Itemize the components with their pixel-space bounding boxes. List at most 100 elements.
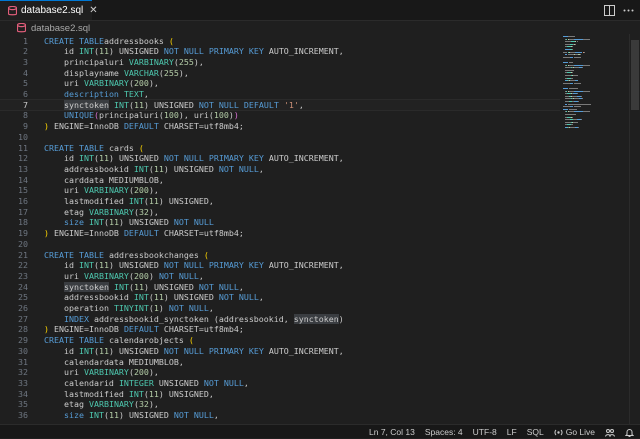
minimap[interactable] bbox=[560, 34, 628, 424]
minimap-token bbox=[573, 56, 581, 58]
scrollbar-thumb[interactable] bbox=[631, 40, 639, 110]
code-line[interactable]: 17 etag VARBINARY(32), bbox=[0, 207, 560, 218]
line-number: 10 bbox=[18, 131, 28, 142]
code-line[interactable]: 16 lastmodified INT(11) UNSIGNED, bbox=[0, 196, 560, 207]
line-code: ) ENGINE=InnoDB DEFAULT CHARSET=utf8mb4; bbox=[44, 228, 244, 239]
code-line[interactable]: 11 CREATE TABLE cards ( bbox=[0, 143, 560, 154]
code-line[interactable]: 2 id INT(11) UNSIGNED NOT NULL PRIMARY K… bbox=[0, 46, 560, 57]
code-line[interactable]: 4 displayname VARCHAR(255), bbox=[0, 68, 560, 79]
minimap-token bbox=[580, 54, 582, 56]
code-editor[interactable]: 1 CREATE TABLEaddressbooks (2 id INT(11) … bbox=[0, 34, 560, 424]
code-line[interactable]: 31 calendardata MEDIUMBLOB, bbox=[0, 357, 560, 368]
line-number: 7 bbox=[23, 99, 28, 110]
minimap-token bbox=[563, 51, 568, 53]
line-number: 24 bbox=[18, 281, 28, 292]
minimap-token bbox=[573, 90, 583, 92]
line-number: 31 bbox=[18, 356, 28, 367]
code-line[interactable]: 25 addressbookid INT(11) UNSIGNED NOT NU… bbox=[0, 292, 560, 303]
code-line[interactable]: 21 CREATE TABLE addressbookchanges ( bbox=[0, 250, 560, 261]
breadcrumb-file[interactable]: database2.sql bbox=[31, 23, 90, 34]
tab-database2-sql[interactable]: database2.sql ✕ bbox=[0, 0, 98, 20]
code-line[interactable]: 32 uri VARBINARY(200), bbox=[0, 367, 560, 378]
minimap-token bbox=[564, 114, 576, 115]
minimap-token bbox=[571, 62, 573, 63]
close-icon[interactable]: ✕ bbox=[89, 5, 97, 16]
code-line[interactable]: 36 size INT(11) UNSIGNED NOT NULL, bbox=[0, 410, 560, 421]
code-line[interactable]: 1 CREATE TABLEaddressbooks ( bbox=[0, 36, 560, 47]
code-line[interactable]: 24 synctoken INT(11) UNSIGNED NOT NULL, bbox=[0, 281, 560, 293]
code-line[interactable]: 18 size INT(11) UNSIGNED NOT NULL bbox=[0, 217, 560, 228]
line-number: 16 bbox=[18, 196, 28, 206]
code-line[interactable]: 8 UNIQUE(principaluri(100), uri(100)) bbox=[0, 110, 560, 121]
code-line[interactable]: 6 description TEXT, bbox=[0, 89, 560, 100]
minimap-token bbox=[576, 41, 578, 43]
line-number: 22 bbox=[18, 260, 28, 271]
line-code: addressbookid INT(11) UNSIGNED NOT NULL, bbox=[44, 292, 264, 303]
encoding-status[interactable]: UTF-8 bbox=[473, 427, 497, 437]
line-number: 3 bbox=[23, 56, 28, 67]
code-line[interactable]: 23 uri VARBINARY(200) NOT NULL, bbox=[0, 271, 560, 282]
cursor-position[interactable]: Ln 7, Col 13 bbox=[369, 427, 415, 437]
code-line[interactable]: 3 principaluri VARBINARY(255), bbox=[0, 57, 560, 68]
line-code: uri VARBINARY(200), bbox=[44, 367, 159, 378]
split-editor-icon[interactable] bbox=[604, 4, 615, 16]
minimap-token bbox=[577, 88, 579, 89]
line-number: 19 bbox=[18, 228, 28, 239]
minimap-token bbox=[563, 88, 569, 89]
code-line[interactable]: 34 lastmodified INT(11) UNSIGNED, bbox=[0, 389, 560, 400]
eol-status[interactable]: LF bbox=[507, 427, 517, 437]
code-line[interactable]: 19 ) ENGINE=InnoDB DEFAULT CHARSET=utf8mb… bbox=[0, 228, 560, 239]
line-number: 12 bbox=[18, 153, 28, 164]
code-line[interactable]: 14 carddata MEDIUMBLOB, bbox=[0, 175, 560, 186]
code-line[interactable]: 10 bbox=[0, 132, 560, 143]
minimap-token bbox=[589, 103, 591, 105]
minimap-token bbox=[583, 64, 590, 66]
line-code: UNIQUE(principaluri(100), uri(100)) bbox=[63, 110, 239, 121]
minimap-token bbox=[574, 36, 576, 37]
code-line[interactable]: 33 calendarid INTEGER UNSIGNED NOT NULL, bbox=[0, 378, 560, 389]
notifications-bell-icon[interactable] bbox=[625, 428, 634, 437]
code-line[interactable]: 22 id INT(11) UNSIGNED NOT NULL PRIMARY … bbox=[0, 260, 560, 271]
line-number: 30 bbox=[18, 345, 28, 356]
code-line[interactable]: 5 uri VARBINARY(200), bbox=[0, 78, 560, 89]
tab-bar: database2.sql ✕ bbox=[0, 0, 640, 21]
minimap-token bbox=[583, 111, 590, 113]
minimap-token bbox=[572, 46, 574, 48]
line-number: 6 bbox=[23, 89, 28, 99]
code-line[interactable]: 30 id INT(11) UNSIGNED NOT NULL PRIMARY … bbox=[0, 346, 560, 357]
code-line[interactable]: 26 operation TINYINT(1) NOT NULL, bbox=[0, 303, 560, 314]
indentation-status[interactable]: Spaces: 4 bbox=[425, 427, 463, 437]
line-number: 34 bbox=[18, 388, 28, 399]
language-mode[interactable]: SQL bbox=[527, 427, 544, 437]
line-code: size INT(11) UNSIGNED NOT NULL bbox=[63, 217, 214, 228]
accounts-icon[interactable] bbox=[605, 428, 615, 437]
minimap-token bbox=[583, 90, 590, 92]
go-live-button[interactable]: Go Live bbox=[554, 427, 595, 437]
code-line[interactable]: 13 addressbookid INT(11) UNSIGNED NOT NU… bbox=[0, 164, 560, 175]
code-line[interactable]: 9 ) ENGINE=InnoDB DEFAULT CHARSET=utf8mb4… bbox=[0, 121, 560, 132]
line-number: 28 bbox=[18, 324, 28, 335]
code-line[interactable]: 15 uri VARBINARY(200), bbox=[0, 185, 560, 196]
line-code: principaluri VARBINARY(255), bbox=[44, 56, 204, 67]
line-code: synctoken INT(11) UNSIGNED NOT NULL DEFA… bbox=[63, 99, 304, 110]
database-file-icon bbox=[8, 5, 17, 16]
minimap-token bbox=[583, 38, 590, 40]
line-number: 14 bbox=[18, 174, 28, 185]
minimap-token bbox=[572, 124, 574, 126]
broadcast-icon bbox=[554, 429, 563, 435]
minimap-token bbox=[584, 51, 586, 53]
code-line[interactable]: 7 synctoken INT(11) UNSIGNED NOT NULL DE… bbox=[0, 98, 560, 112]
line-number: 9 bbox=[23, 121, 28, 132]
more-actions-icon[interactable] bbox=[623, 9, 634, 12]
line-number: 11 bbox=[18, 142, 28, 153]
minimap-token bbox=[573, 64, 583, 66]
line-code: ) ENGINE=InnoDB DEFAULT CHARSET=utf8mb4; bbox=[44, 121, 244, 132]
code-line[interactable]: 29 CREATE TABLE calendarobjects ( bbox=[0, 335, 560, 346]
code-line[interactable]: 12 id INT(11) UNSIGNED NOT NULL PRIMARY … bbox=[0, 153, 560, 164]
code-line[interactable]: 20 bbox=[0, 239, 560, 250]
code-line[interactable]: 27 INDEX addressbookid_synctoken (addres… bbox=[0, 313, 560, 325]
minimap-token bbox=[578, 127, 580, 128]
code-line[interactable]: 28) ENGINE=InnoDB DEFAULT CHARSET=utf8mb… bbox=[0, 324, 560, 335]
code-line[interactable]: 35 etag VARBINARY(32), bbox=[0, 399, 560, 410]
minimap-token bbox=[573, 38, 583, 40]
